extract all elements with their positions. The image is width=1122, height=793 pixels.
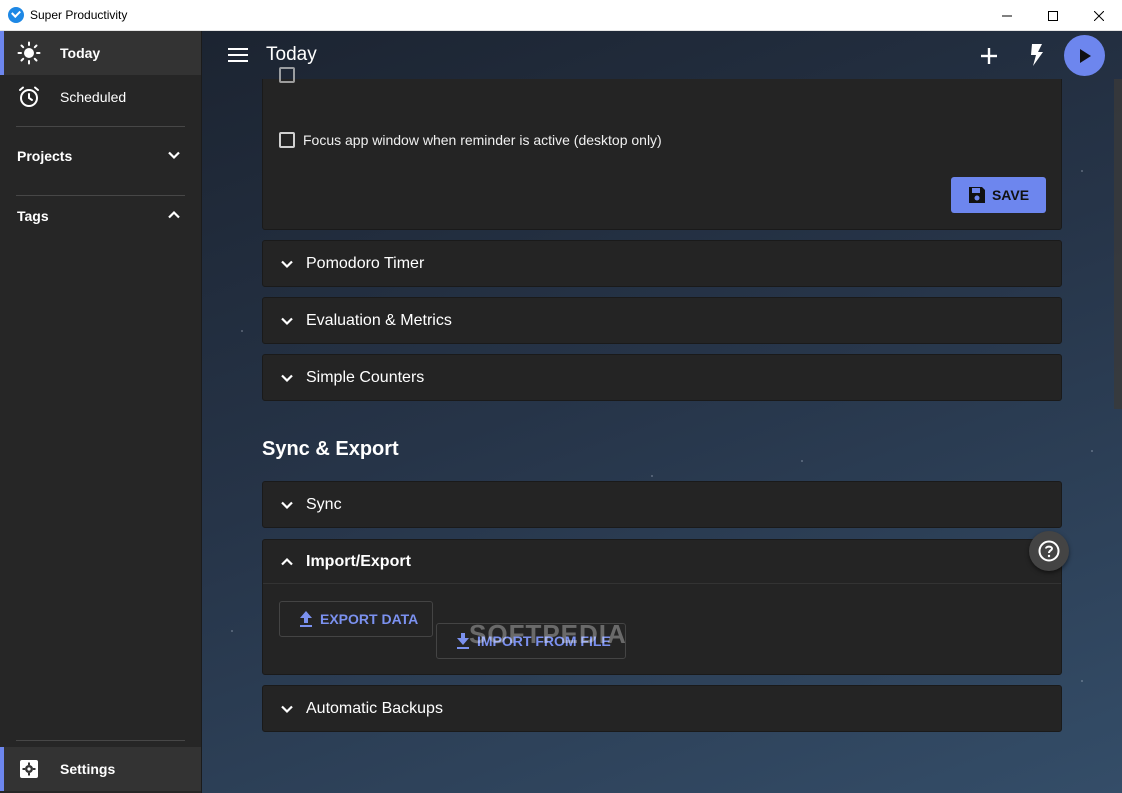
chevron-down-icon xyxy=(275,252,299,276)
focus-window-checkbox-row[interactable]: Focus app window when reminder is active… xyxy=(279,132,662,148)
checkbox-label: Focus app window when reminder is active… xyxy=(303,132,662,148)
panel-sync[interactable]: Sync xyxy=(262,481,1062,528)
panel-title: Pomodoro Timer xyxy=(306,254,425,272)
import-export-header[interactable]: Import/Export xyxy=(263,540,1061,584)
sidebar-item-today[interactable]: Today xyxy=(0,31,201,75)
sidebar-section-projects[interactable]: Projects xyxy=(0,136,201,176)
minimize-icon xyxy=(1002,15,1012,16)
sun-icon xyxy=(17,41,41,65)
window-maximize-button[interactable] xyxy=(1030,0,1076,31)
panel-title: Sync xyxy=(306,495,342,513)
save-button-label: SAVE xyxy=(991,187,1030,203)
hamburger-menu-icon xyxy=(228,48,248,62)
play-tracking-button[interactable] xyxy=(1064,35,1105,76)
scrollbar[interactable] xyxy=(1114,79,1122,409)
sidebar-divider xyxy=(16,126,185,127)
floppy-disk-icon xyxy=(968,186,986,204)
upload-icon xyxy=(298,610,314,628)
reminder-settings-card: Focus app window when reminder is active… xyxy=(262,67,1062,230)
chevron-down-icon xyxy=(167,148,181,165)
panel-title: Automatic Backups xyxy=(306,699,443,717)
sidebar: Today Scheduled Projects Tags Settings xyxy=(0,31,202,793)
sidebar-item-label: Settings xyxy=(60,761,116,777)
window-close-button[interactable] xyxy=(1076,0,1122,31)
app-logo-icon xyxy=(8,7,24,23)
export-button-label: EXPORT DATA xyxy=(320,611,419,627)
window-titlebar: Super Productivity xyxy=(0,0,1122,31)
chevron-down-icon xyxy=(275,366,299,390)
save-button[interactable]: SAVE xyxy=(951,177,1046,213)
checkbox-row-hidden[interactable] xyxy=(279,67,303,83)
close-icon xyxy=(1094,10,1104,21)
alarm-clock-icon xyxy=(17,85,41,109)
checkbox[interactable] xyxy=(279,67,295,83)
watermark: SOFTPEDIA xyxy=(469,619,627,649)
sidebar-item-label: Today xyxy=(60,45,101,61)
section-heading-sync-export: Sync & Export xyxy=(262,438,399,460)
menu-button[interactable] xyxy=(226,43,250,67)
question-mark-icon xyxy=(1038,540,1060,562)
chevron-up-icon xyxy=(167,208,181,225)
chevron-down-icon xyxy=(275,493,299,517)
panel-import-export: Import/Export EXPORT DATA IMPORT FROM FI… xyxy=(262,539,1062,675)
main-content: Today Focus app window when reminder is … xyxy=(202,31,1122,793)
window-title: Super Productivity xyxy=(30,8,128,22)
maximize-icon xyxy=(1048,10,1058,21)
sidebar-section-label: Projects xyxy=(17,148,73,164)
chevron-down-icon xyxy=(275,697,299,721)
panel-automatic-backups[interactable]: Automatic Backups xyxy=(262,685,1062,732)
add-task-button[interactable] xyxy=(976,43,1002,69)
panel-title: Evaluation & Metrics xyxy=(306,311,452,329)
lightning-bolt-icon xyxy=(1031,44,1043,66)
sidebar-item-settings[interactable]: Settings xyxy=(0,747,201,791)
quick-action-button[interactable] xyxy=(1026,42,1048,68)
panel-pomodoro-timer[interactable]: Pomodoro Timer xyxy=(262,240,1062,287)
plus-icon xyxy=(981,48,997,64)
sidebar-item-label: Scheduled xyxy=(60,89,127,105)
panel-evaluation-metrics[interactable]: Evaluation & Metrics xyxy=(262,297,1062,344)
sidebar-item-scheduled[interactable]: Scheduled xyxy=(0,75,201,119)
focus-window-checkbox[interactable] xyxy=(279,132,295,148)
window-minimize-button[interactable] xyxy=(984,0,1030,31)
chevron-down-icon xyxy=(275,309,299,333)
page-title: Today xyxy=(266,44,317,65)
panel-title: Import/Export xyxy=(306,552,411,570)
panel-simple-counters[interactable]: Simple Counters xyxy=(262,354,1062,401)
panel-title: Simple Counters xyxy=(306,368,425,386)
export-data-button[interactable]: EXPORT DATA xyxy=(279,601,434,637)
help-button[interactable] xyxy=(1029,531,1069,571)
play-icon xyxy=(1079,48,1091,63)
sidebar-divider xyxy=(16,740,185,741)
top-app-bar: Today xyxy=(202,31,1122,79)
sidebar-section-tags[interactable]: Tags xyxy=(0,196,201,236)
chevron-up-icon xyxy=(275,550,299,574)
settings-icon xyxy=(17,757,41,781)
sidebar-section-label: Tags xyxy=(17,208,49,224)
